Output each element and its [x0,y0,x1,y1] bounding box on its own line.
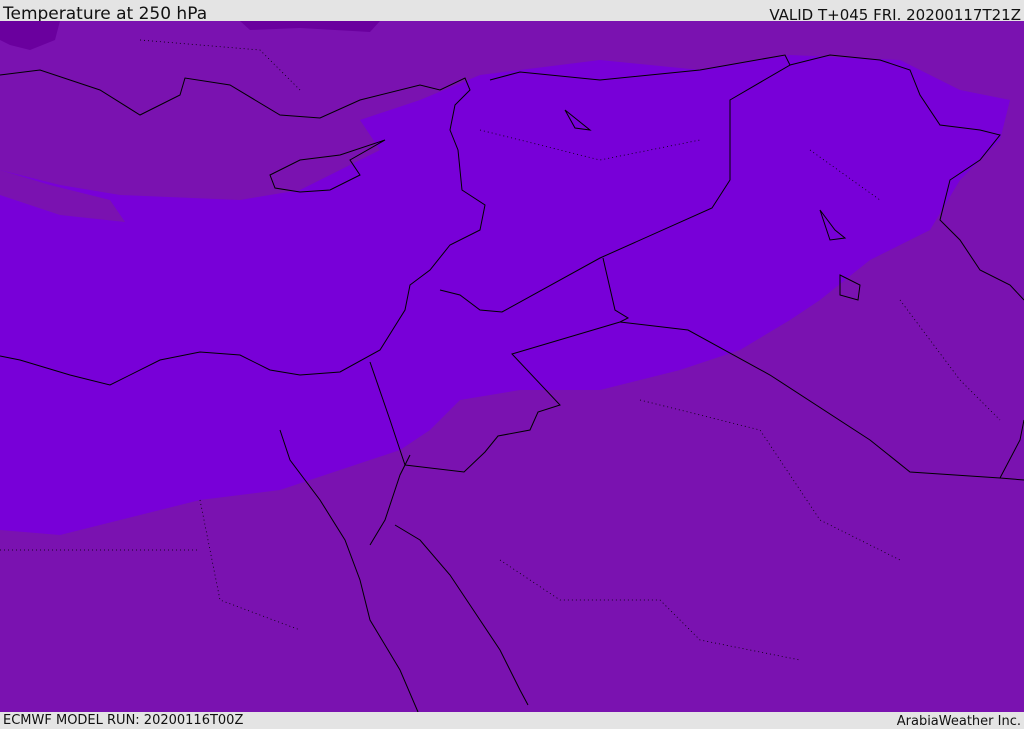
header-bar: Temperature at 250 hPa VALID T+045 FRI. … [0,0,1024,24]
temperature-map [0,21,1024,712]
model-run: ECMWF MODEL RUN: 20200116T00Z [3,713,244,728]
footer-bar: ECMWF MODEL RUN: 20200116T00Z ArabiaWeat… [0,712,1024,729]
credit: ArabiaWeather Inc. [896,714,1021,729]
